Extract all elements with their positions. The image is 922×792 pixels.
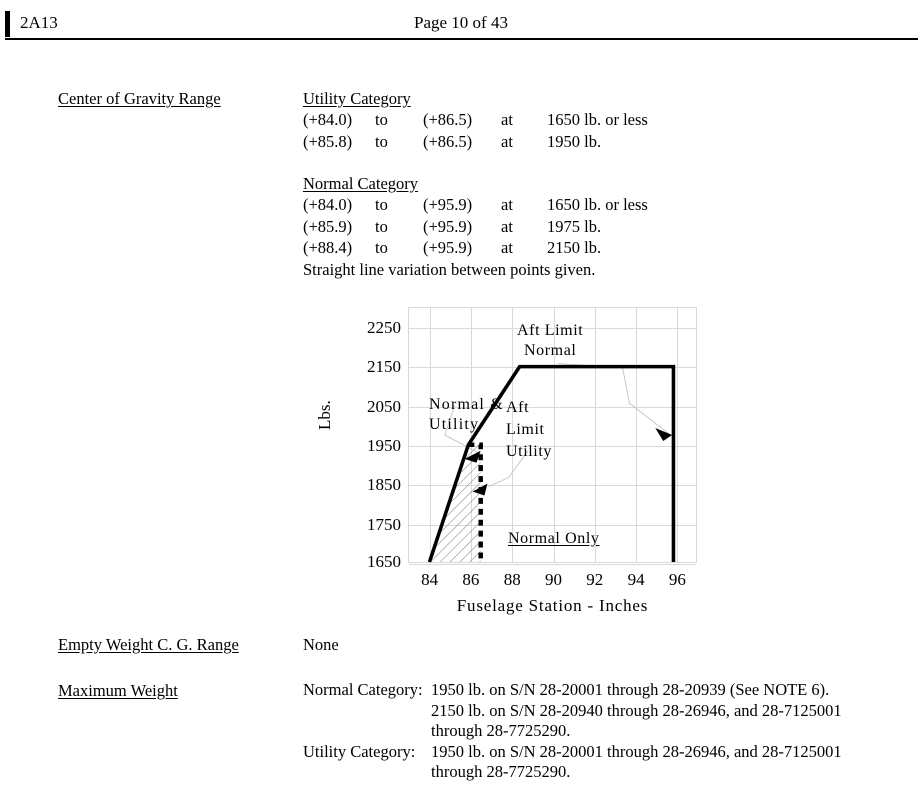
annotation-normal-only: Normal Only	[508, 530, 600, 547]
chart-x-tick-label: 94	[627, 570, 645, 589]
cg-from: (+85.9)	[303, 216, 353, 236]
maximum-weight-label: Maximum Weight	[58, 681, 178, 700]
maximum-weight-details: Normal Category: 1950 lb. on S/N 28-20001…	[303, 680, 913, 783]
chart-plot-area: 2250 2150 2050 1950 1850 1750 1650 84 86…	[367, 307, 697, 589]
cg-to: to	[375, 110, 388, 129]
cg-at: at	[501, 195, 513, 214]
chart-x-tick-label: 96	[668, 570, 686, 589]
chart-x-tick-label: 90	[545, 570, 562, 589]
empty-weight-cg-range-value: None	[303, 635, 339, 654]
cg-upto: (+95.9)	[423, 195, 473, 214]
cg-from: (+85.8)	[303, 131, 353, 151]
cg-upto: (+86.5)	[423, 131, 473, 151]
cg-value: 2150 lb.	[547, 238, 602, 257]
maximum-weight-text: 1950 lb. on S/N 28-20001 through 28-2093…	[431, 680, 830, 699]
annotation-aft-limit-utility-line1: Aft	[506, 399, 530, 416]
cg-row: (+84.0) to (+86.5) at 1650 lb. or less	[303, 109, 723, 131]
maximum-weight-row: Utility Category: 1950 lb. on S/N 28-2000…	[303, 742, 913, 763]
chart-y-tick-label: 2150	[367, 357, 401, 377]
maximum-weight-category: Utility Category:	[303, 741, 416, 761]
cg-from: (+84.0)	[303, 195, 353, 214]
maximum-weight-text: 1950 lb. on S/N 28-20001 through 28-2694…	[431, 741, 842, 761]
maximum-weight-row: 2150 lb. on S/N 28-20940 through 28-2694…	[303, 701, 913, 722]
gridline-horizontal	[409, 564, 696, 565]
chart-y-tick-label: 1750	[367, 514, 401, 534]
header-divider	[5, 38, 918, 40]
leader-line-aft-limit-normal	[557, 363, 670, 435]
chart-y-tick-label: 1650	[367, 552, 401, 571]
cg-from: (+84.0)	[303, 110, 353, 129]
cg-value: 1975 lb.	[547, 216, 602, 236]
cg-to: to	[375, 238, 388, 257]
annotation-normal-and-utility-line2: Utility	[429, 416, 480, 433]
cg-utility-heading: Utility Category	[303, 89, 411, 108]
cg-to: to	[375, 195, 388, 214]
chart-y-tick-label: 2250	[367, 317, 401, 337]
annotation-aft-limit-utility-line3: Utility	[506, 443, 552, 460]
cg-at: at	[501, 131, 513, 151]
maximum-weight-category: Normal Category:	[303, 680, 423, 699]
cg-upto: (+86.5)	[423, 110, 473, 129]
cg-to: to	[375, 131, 388, 151]
chart-x-tick-label: 86	[462, 570, 480, 589]
cg-at: at	[501, 110, 513, 129]
header-page-number: Page 10 of 43	[414, 13, 508, 32]
maximum-weight-text: through 28-7725290.	[431, 762, 571, 781]
cg-upto: (+95.9)	[423, 238, 473, 257]
cg-value: 1650 lb. or less	[547, 195, 648, 214]
cg-to: to	[375, 216, 388, 236]
chart-y-tick-label: 1950	[367, 435, 401, 455]
cg-utility-block: Utility Category (+84.0) to (+86.5) at 1650 …	[303, 88, 723, 152]
chart-x-tick-label: 84	[421, 570, 439, 589]
empty-weight-cg-range-label: Empty Weight C. G. Range	[58, 635, 239, 654]
cg-straight-line-note: Straight line variation between points g…	[303, 259, 596, 279]
annotation-aft-limit-utility-line2: Limit	[506, 421, 545, 438]
annotation-aft-limit-normal-line2: Normal	[524, 342, 577, 359]
chart-y-tick-label: 2050	[367, 396, 401, 416]
cg-row: (+88.4) to (+95.9) at 2150 lb.	[303, 237, 723, 259]
cg-row: (+84.0) to (+95.9) at 1650 lb. or less	[303, 194, 723, 216]
page-header: 2A13 Page 10 of 43	[0, 0, 922, 46]
chart-y-tick-label: 1850	[367, 475, 401, 495]
chart-x-tick-label: 88	[503, 570, 521, 589]
cg-normal-heading: Normal Category	[303, 174, 419, 193]
maximum-weight-text: through 28-7725290.	[431, 721, 571, 740]
maximum-weight-text: 2150 lb. on S/N 28-20940 through 28-2694…	[431, 700, 842, 720]
cg-row: (+85.9) to (+95.9) at 1975 lb.	[303, 216, 723, 238]
cg-envelope-chart: Lbs. 2250 2150 2050 1950 1850 1750 1650 …	[315, 300, 718, 630]
center-of-gravity-range-label: Center of Gravity Range	[58, 89, 221, 108]
maximum-weight-row: Normal Category: 1950 lb. on S/N 28-20001…	[303, 680, 913, 701]
cg-value: 1950 lb.	[547, 131, 602, 151]
cg-at: at	[501, 216, 513, 236]
annotation-aft-limit-normal-line1: Aft Limit	[517, 322, 584, 339]
cg-value: 1650 lb. or less	[547, 110, 648, 129]
chart-x-tick-label: 92	[586, 570, 604, 589]
annotation-normal-and-utility-line1: Normal &	[429, 396, 504, 413]
cg-upto: (+95.9)	[423, 216, 473, 236]
maximum-weight-row: through 28-7725290.	[303, 762, 913, 783]
cg-normal-block: Normal Category (+84.0) to (+95.9) at 1650 l…	[303, 173, 723, 280]
chart-x-axis-title: Fuselage Station - Inches	[456, 596, 649, 615]
cg-row: (+85.8) to (+86.5) at 1950 lb.	[303, 131, 723, 153]
maximum-weight-row: through 28-7725290.	[303, 721, 913, 742]
cg-at: at	[501, 238, 513, 257]
cg-from: (+88.4)	[303, 238, 353, 257]
